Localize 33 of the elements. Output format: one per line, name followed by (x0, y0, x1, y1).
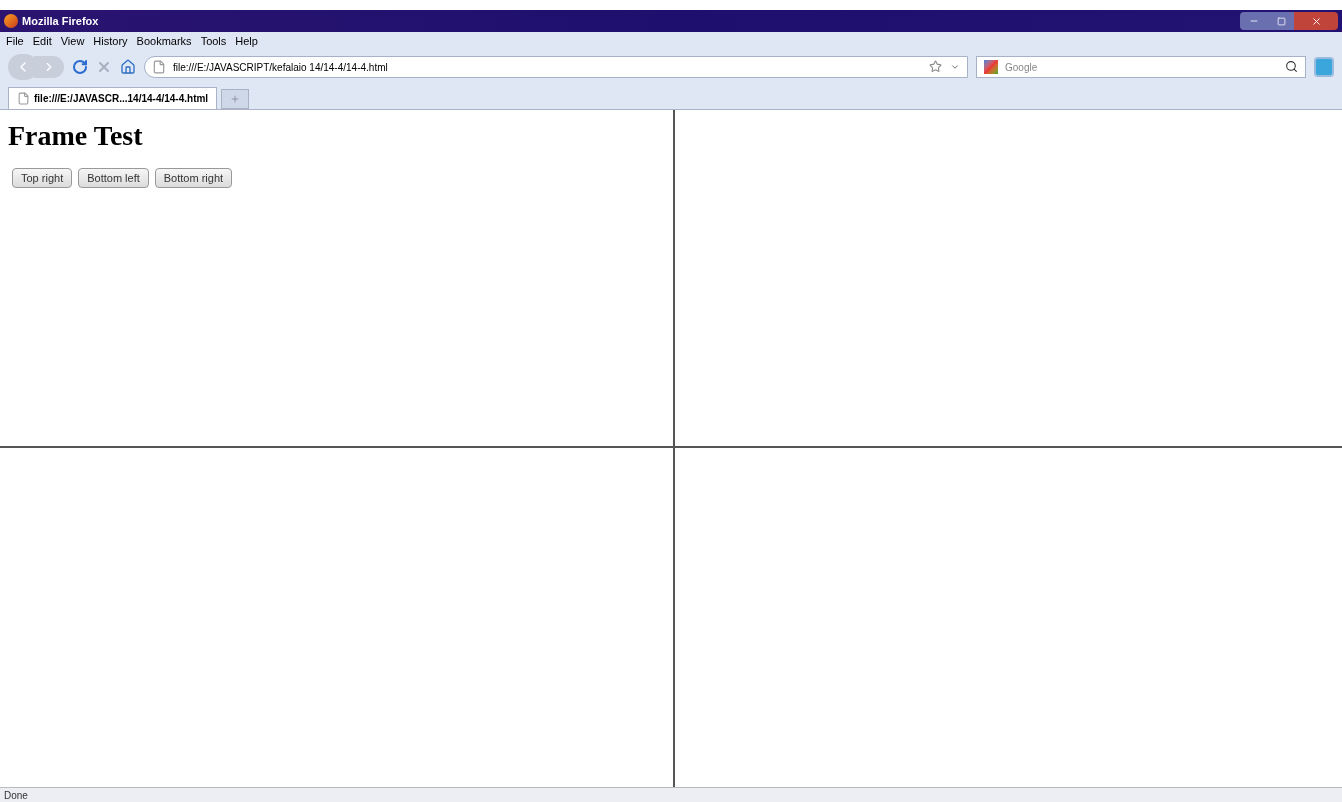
search-icon[interactable] (1285, 60, 1298, 73)
menu-item[interactable]: Edit (32, 32, 52, 50)
frame-button[interactable]: Bottom right (154, 168, 233, 188)
menu-item[interactable]: Help (235, 32, 258, 50)
frame-button[interactable]: Bottom left (78, 168, 149, 188)
close-icon (1310, 15, 1322, 27)
reload-icon[interactable] (72, 59, 88, 75)
status-text: Done (4, 788, 28, 802)
home-icon[interactable] (120, 59, 136, 75)
address-field[interactable]: file:///E:/JAVASCRIPT/kefalaio 14/14-4/14-4.html (144, 56, 968, 78)
menu-item[interactable]: History (93, 32, 128, 50)
search-field[interactable]: Google (976, 56, 1306, 78)
bookmark-star-icon[interactable] (929, 60, 942, 73)
plus-icon (230, 94, 241, 104)
menu-item[interactable]: View (60, 32, 85, 50)
new-tab-button[interactable] (221, 89, 250, 109)
maximize-button[interactable] (1268, 12, 1294, 30)
browser-logo-icon (4, 14, 18, 28)
browser-tab[interactable]: file:///E:/JAVASCR...14/14-4/14-4.html (8, 87, 218, 109)
page-icon (152, 60, 166, 74)
menu-item[interactable]: Tools (200, 32, 227, 50)
forward-button[interactable] (34, 56, 64, 78)
menu-item[interactable]: Bookmarks (136, 32, 192, 50)
dropdown-caret-icon[interactable] (950, 62, 960, 72)
minimize-button[interactable] (1240, 12, 1268, 30)
search-engine-icon (984, 60, 998, 74)
menu-item[interactable]: File (6, 32, 24, 50)
window-title: Mozilla Firefox (22, 13, 99, 29)
page-icon (17, 92, 30, 105)
stop-icon[interactable] (96, 59, 112, 75)
page-heading: Frame Test (8, 119, 144, 153)
frame-button[interactable]: Top right (12, 168, 73, 188)
maximize-icon (1276, 16, 1286, 26)
